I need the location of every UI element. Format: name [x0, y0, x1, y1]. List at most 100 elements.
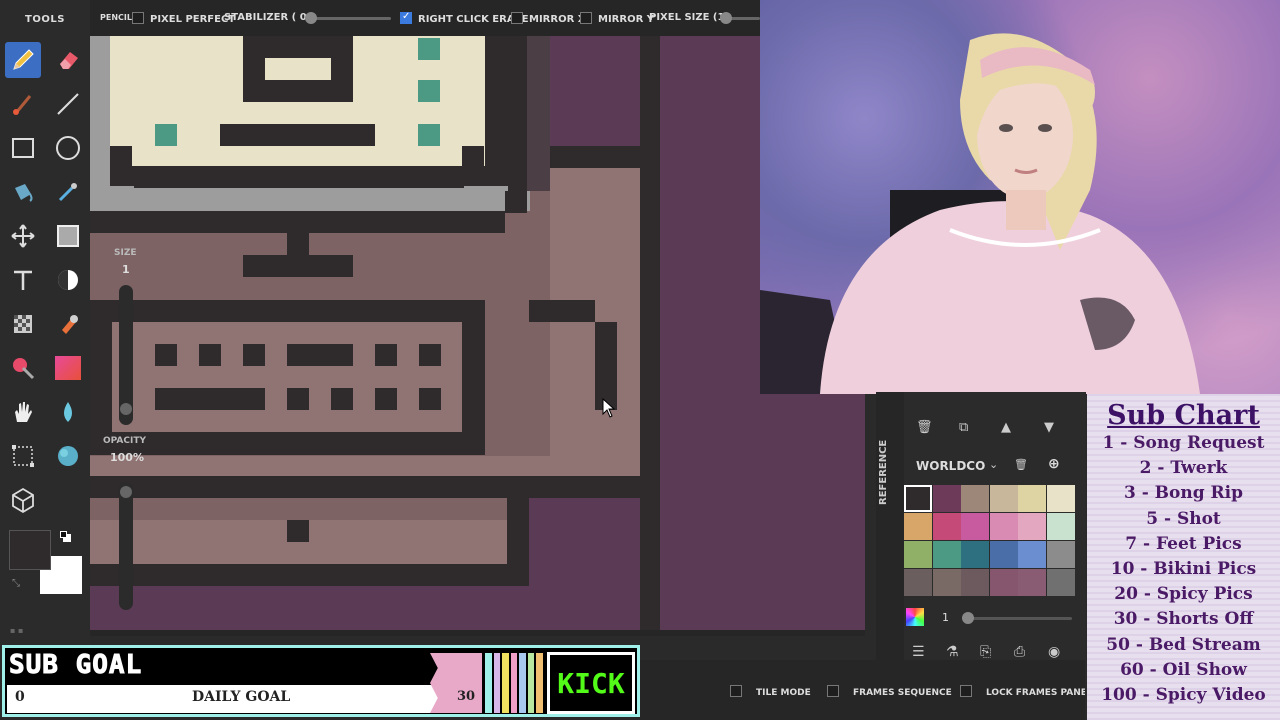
delete-palette-icon[interactable]: 🗑 — [1014, 458, 1028, 471]
palette-swatch[interactable] — [989, 485, 1018, 512]
tools-sidebar: TOOLS ⤡ ▪ ▪ — [0, 0, 90, 720]
move-down-icon[interactable]: ▼ — [1044, 420, 1054, 435]
import-icon[interactable]: ⎘ — [980, 644, 991, 660]
pixel-size-slider[interactable] — [720, 12, 760, 24]
sub-goal-title: SUB GOAL — [8, 650, 143, 681]
sub-chart-row: 5 - Shot — [1146, 508, 1221, 529]
palette-swatch[interactable] — [1018, 513, 1046, 540]
stabilizer-knob[interactable] — [305, 12, 317, 24]
mirror-x-toggle[interactable]: MIRROR X — [511, 12, 585, 25]
size-opacity-panel: SIZE 1 OPACITY 100% — [90, 240, 162, 620]
palette-swatch[interactable] — [961, 513, 989, 540]
pixel-size-knob[interactable] — [720, 12, 732, 24]
size-slider[interactable] — [119, 285, 133, 425]
move-up-icon[interactable]: ▲ — [1001, 420, 1011, 435]
palette-swatch[interactable] — [904, 541, 932, 568]
mirror-x-checkbox[interactable] — [511, 12, 523, 24]
line-tool[interactable] — [50, 86, 86, 122]
palette-swatch[interactable] — [904, 569, 932, 596]
drawing-canvas[interactable] — [90, 36, 865, 636]
dither-tool[interactable] — [50, 262, 86, 298]
export-icon[interactable]: ⎙ — [1014, 644, 1025, 660]
eraser-tool[interactable] — [50, 42, 86, 78]
palette-swatch[interactable] — [1046, 541, 1075, 568]
more-icon[interactable]: ▪ ▪ — [10, 626, 23, 635]
gradient-tool[interactable] — [50, 350, 86, 386]
lock-frames-toggle[interactable]: LOCK FRAMES PANEL — [960, 685, 1085, 698]
lock-frames-checkbox[interactable] — [960, 685, 972, 697]
opacity-slider-knob[interactable] — [120, 486, 132, 498]
palette-swatch[interactable] — [1018, 569, 1046, 596]
pixel-perfect-toggle[interactable]: PIXEL PERFECT — [132, 12, 235, 25]
palette-swatch[interactable] — [989, 569, 1018, 596]
list-icon[interactable]: ☰ — [912, 644, 925, 660]
sub-chart-overlay: Sub Chart 1 - Song Request 2 - Twerk 3 - B… — [1087, 394, 1280, 720]
pencil-icon — [13, 49, 34, 70]
blur-tool[interactable] — [50, 394, 86, 430]
add-palette-icon[interactable]: ⊕ — [1048, 456, 1060, 472]
reference-tab[interactable]: REFERENCE — [878, 432, 902, 512]
eyedropper-tool[interactable] — [50, 174, 86, 210]
flask-icon[interactable]: ⚗ — [946, 644, 959, 660]
crop-tool[interactable] — [5, 438, 41, 474]
settings-icon[interactable]: ◉ — [1048, 644, 1060, 660]
palette-swatch[interactable] — [961, 569, 989, 596]
text-tool[interactable] — [5, 262, 41, 298]
ellipse-tool[interactable] — [50, 130, 86, 166]
selection-tool[interactable] — [50, 218, 86, 254]
swap-colors-icon[interactable] — [60, 531, 72, 543]
palette-swatch[interactable] — [961, 485, 989, 512]
palette-slider[interactable] — [962, 612, 1072, 624]
palette-swatch[interactable] — [932, 569, 961, 596]
palette-swatch[interactable] — [961, 541, 989, 568]
palette-swatch[interactable] — [1018, 485, 1046, 512]
mirror-y-toggle[interactable]: MIRROR Y — [580, 12, 654, 25]
palette-slider-knob[interactable] — [962, 612, 974, 624]
palette-swatch[interactable] — [1018, 541, 1046, 568]
right-click-erase-checkbox[interactable] — [400, 11, 412, 24]
mirror-y-checkbox[interactable] — [580, 12, 592, 24]
frames-sequence-toggle[interactable]: FRAMES SEQUENCE — [827, 685, 952, 698]
fill-bucket-tool[interactable] — [5, 174, 41, 210]
tile-mode-toggle[interactable]: TILE MODE — [730, 685, 811, 698]
palette-swatch[interactable] — [989, 541, 1018, 568]
color-replace-tool[interactable] — [5, 350, 41, 386]
palette-swatch[interactable] — [1046, 513, 1075, 540]
brush-value: 1 — [942, 611, 949, 624]
rectangle-tool[interactable] — [5, 130, 41, 166]
3d-tool[interactable] — [5, 482, 41, 518]
frames-sequence-checkbox[interactable] — [827, 685, 839, 697]
smudge-tool[interactable] — [50, 438, 86, 474]
reset-colors-icon[interactable]: ⤡ — [12, 578, 20, 589]
stamp-tool[interactable] — [50, 306, 86, 342]
hand-tool[interactable] — [5, 394, 41, 430]
duplicate-icon[interactable]: ⧉ — [959, 420, 968, 435]
right-click-erase-toggle[interactable]: RIGHT CLICK ERASE — [400, 11, 529, 25]
tools-title: TOOLS — [25, 14, 65, 25]
opacity-slider[interactable] — [119, 482, 133, 610]
pencil-tool[interactable] — [5, 42, 41, 78]
move-tool[interactable] — [5, 218, 41, 254]
pixel-perfect-checkbox[interactable] — [132, 12, 144, 24]
sub-chart-row: 100 - Spicy Video — [1101, 684, 1266, 705]
primary-color-swatch[interactable] — [9, 530, 51, 570]
palette-swatch[interactable] — [904, 513, 932, 540]
palette-swatch[interactable] — [932, 485, 961, 512]
stabilizer-slider[interactable] — [305, 12, 391, 24]
chevron-down-icon[interactable]: ⌄ — [989, 458, 998, 471]
palette-swatch[interactable] — [932, 513, 961, 540]
line-icon — [57, 93, 79, 115]
color-picker-icon[interactable] — [906, 608, 924, 626]
checker-tool[interactable] — [5, 306, 41, 342]
palette-swatch[interactable] — [932, 541, 961, 568]
palette-swatch[interactable] — [1046, 569, 1075, 596]
trash-icon[interactable]: 🗑 — [916, 420, 933, 435]
stamp-icon — [62, 315, 78, 334]
tile-mode-checkbox[interactable] — [730, 685, 742, 697]
brush-tool[interactable] — [5, 86, 41, 122]
palette-swatch[interactable] — [989, 513, 1018, 540]
palette-name[interactable]: WORLDCO — [916, 459, 985, 473]
palette-swatch-selected[interactable] — [904, 485, 932, 512]
palette-swatch[interactable] — [1046, 485, 1075, 512]
size-slider-knob[interactable] — [120, 403, 132, 415]
